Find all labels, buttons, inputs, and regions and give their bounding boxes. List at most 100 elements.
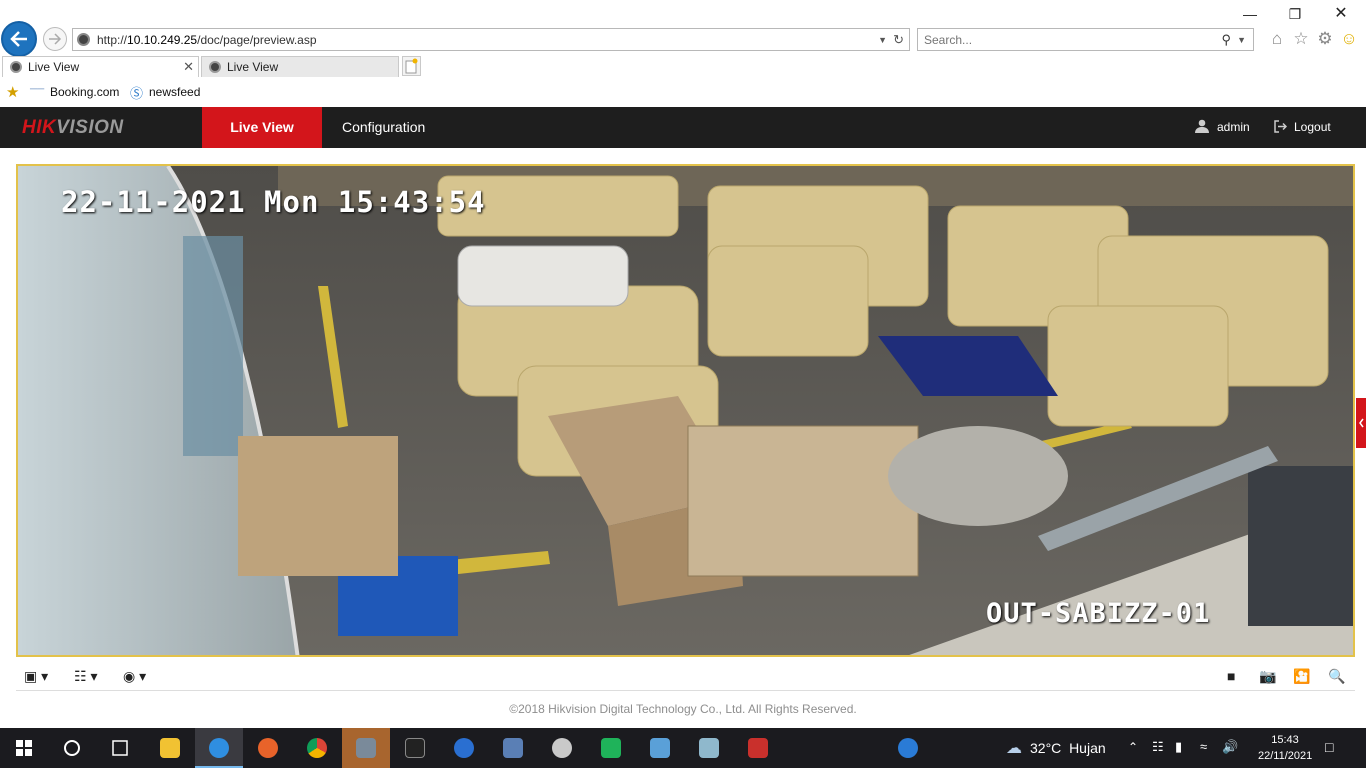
help-icon xyxy=(898,738,918,758)
new-tab-icon xyxy=(405,58,418,74)
tab-favicon-icon xyxy=(209,61,221,73)
record-clip-icon[interactable]: 🎦 xyxy=(1293,668,1310,685)
windows-taskbar: ☁ 32°C Hujan ⌃ ☷ ▮ ≈ 🔊 15:43 22/11/2021 □ xyxy=(0,728,1366,768)
back-button[interactable] xyxy=(1,21,37,57)
notification-icon[interactable]: □ xyxy=(1325,739,1333,755)
user-name: admin xyxy=(1217,120,1250,134)
favorite-newsfeed[interactable]: newsfeed xyxy=(149,85,200,99)
weather-label: Hujan xyxy=(1069,740,1106,756)
player-control-bar: ▣ ▾ ☷ ▾ ◉ ▾ ■ 📷 🎦 🔍 xyxy=(16,663,1355,691)
windows-logo-icon xyxy=(16,740,32,756)
tab-live-view-1[interactable]: Live View ✕ xyxy=(2,56,199,77)
taskbar-app-blue[interactable] xyxy=(440,728,488,768)
taskbar-satellite-app[interactable] xyxy=(538,728,586,768)
address-bar[interactable]: http://10.10.249.25/doc/page/preview.asp… xyxy=(72,28,910,51)
task-view-button[interactable] xyxy=(96,728,144,768)
start-button[interactable] xyxy=(0,728,48,768)
home-icon[interactable]: ⌂ xyxy=(1267,29,1287,49)
live-video-player[interactable]: 22-11-2021 Mon 15:43:54 OUT-SABIZZ-01 xyxy=(16,164,1355,657)
logo-part-1: HIK xyxy=(22,117,57,138)
nav-configuration[interactable]: Configuration xyxy=(342,107,425,148)
side-panel-toggle[interactable] xyxy=(1356,398,1366,448)
search-box[interactable]: ⚲ ▼ xyxy=(917,28,1254,51)
osd-datetime: 22-11-2021 Mon 15:43:54 xyxy=(61,185,486,219)
digital-zoom-icon[interactable]: 🔍 xyxy=(1328,668,1345,685)
minimize-button[interactable]: — xyxy=(1240,4,1260,24)
chevron-up-icon[interactable]: ⌃ xyxy=(1128,740,1138,754)
chevron-down-icon[interactable]: ▼ xyxy=(1237,35,1246,45)
weather-widget[interactable]: ☁ 32°C Hujan xyxy=(1006,728,1106,768)
taskbar-security-app[interactable] xyxy=(734,728,782,768)
url-path: /doc/page/preview.asp xyxy=(197,33,317,47)
refresh-icon[interactable]: ↻ xyxy=(893,32,904,48)
firefox-icon xyxy=(258,738,278,758)
chrome-icon xyxy=(307,738,327,758)
logout-icon xyxy=(1274,120,1288,133)
taskbar-terminal[interactable] xyxy=(391,728,439,768)
gear-icon[interactable]: ⚙ xyxy=(1315,29,1335,49)
url-text[interactable]: http://10.10.249.25/doc/page/preview.asp xyxy=(97,33,317,47)
task-view-icon xyxy=(112,740,128,756)
close-button[interactable]: ✕ xyxy=(1331,4,1351,24)
taskbar-firefox[interactable] xyxy=(244,728,292,768)
capture-camera-icon[interactable]: 📷 xyxy=(1259,668,1276,685)
blue-app-icon xyxy=(454,738,474,758)
chevron-down-icon[interactable]: ▼ xyxy=(878,35,887,45)
tab-favicon-icon xyxy=(10,61,22,73)
taskbar-network-tool[interactable] xyxy=(489,728,537,768)
shield-icon xyxy=(748,738,768,758)
taskbar-app-network[interactable] xyxy=(342,728,390,768)
logout-button[interactable]: Logout xyxy=(1274,107,1331,148)
search-input[interactable] xyxy=(924,33,1204,47)
forward-button[interactable] xyxy=(43,27,67,51)
taskbar-internet-explorer[interactable] xyxy=(195,728,243,768)
green-s-icon xyxy=(601,738,621,758)
copyright-text: ©2018 Hikvision Digital Technology Co., … xyxy=(509,702,857,716)
weather-temp: 32°C xyxy=(1030,740,1062,756)
photo-app-icon xyxy=(650,738,670,758)
search-taskbar-button[interactable] xyxy=(48,728,96,768)
taskbar-photo-app[interactable] xyxy=(636,728,684,768)
stream-type-icon[interactable]: ☷ ▾ xyxy=(74,668,97,685)
wifi-icon[interactable]: ≈ xyxy=(1200,739,1207,754)
arrow-right-icon xyxy=(49,33,62,45)
close-tab-icon[interactable]: ✕ xyxy=(183,57,194,77)
network-app-icon xyxy=(356,738,376,758)
url-host: 10.10.249.25 xyxy=(127,33,198,47)
taskbar-chrome[interactable] xyxy=(293,728,341,768)
rain-cloud-icon: ☁ xyxy=(1006,740,1022,757)
taskbar-help[interactable] xyxy=(884,728,932,768)
camera-feed-image xyxy=(18,166,1353,655)
system-clock[interactable]: 15:43 22/11/2021 xyxy=(1258,732,1312,764)
new-tab-button[interactable] xyxy=(402,56,421,76)
favorite-booking[interactable]: Booking.com xyxy=(50,85,119,99)
nav-live-view[interactable]: Live View xyxy=(202,107,322,148)
booking-favicon-icon: ── xyxy=(30,84,45,95)
favorites-star-icon[interactable]: ☆ xyxy=(1291,29,1311,49)
chevron-left-icon xyxy=(1359,418,1364,428)
terminal-icon xyxy=(405,738,425,758)
user-menu[interactable]: admin xyxy=(1195,107,1250,148)
volume-icon[interactable]: 🔊 xyxy=(1222,739,1238,755)
logout-label: Logout xyxy=(1294,120,1331,134)
search-icon[interactable]: ⚲ xyxy=(1221,32,1231,48)
tab-live-view-2[interactable]: Live View xyxy=(201,56,399,77)
stop-icon[interactable]: ■ xyxy=(1227,668,1235,684)
aspect-ratio-icon[interactable]: ◉ ▾ xyxy=(123,668,146,685)
taskbar-file-explorer[interactable] xyxy=(146,728,194,768)
ie-page-icon: Ⓢ xyxy=(130,86,144,101)
user-icon xyxy=(1195,119,1209,133)
smiley-feedback-icon[interactable]: ☺ xyxy=(1339,29,1359,49)
app-header: HIKVISION Live View Configuration admin … xyxy=(0,107,1366,148)
folder-icon xyxy=(160,738,180,758)
site-favicon-icon xyxy=(77,33,90,46)
clock-time: 15:43 xyxy=(1271,734,1299,746)
taskbar-green-s-app[interactable] xyxy=(587,728,635,768)
favorites-star-icon[interactable]: ★ xyxy=(6,83,19,101)
taskbar-app-teal[interactable] xyxy=(685,728,733,768)
device-icon[interactable]: ☷ xyxy=(1152,739,1164,755)
cortana-circle-icon xyxy=(64,740,80,756)
restore-button[interactable]: ❐ xyxy=(1285,4,1305,24)
battery-icon[interactable]: ▮ xyxy=(1175,739,1182,755)
window-layout-icon[interactable]: ▣ ▾ xyxy=(24,668,48,685)
